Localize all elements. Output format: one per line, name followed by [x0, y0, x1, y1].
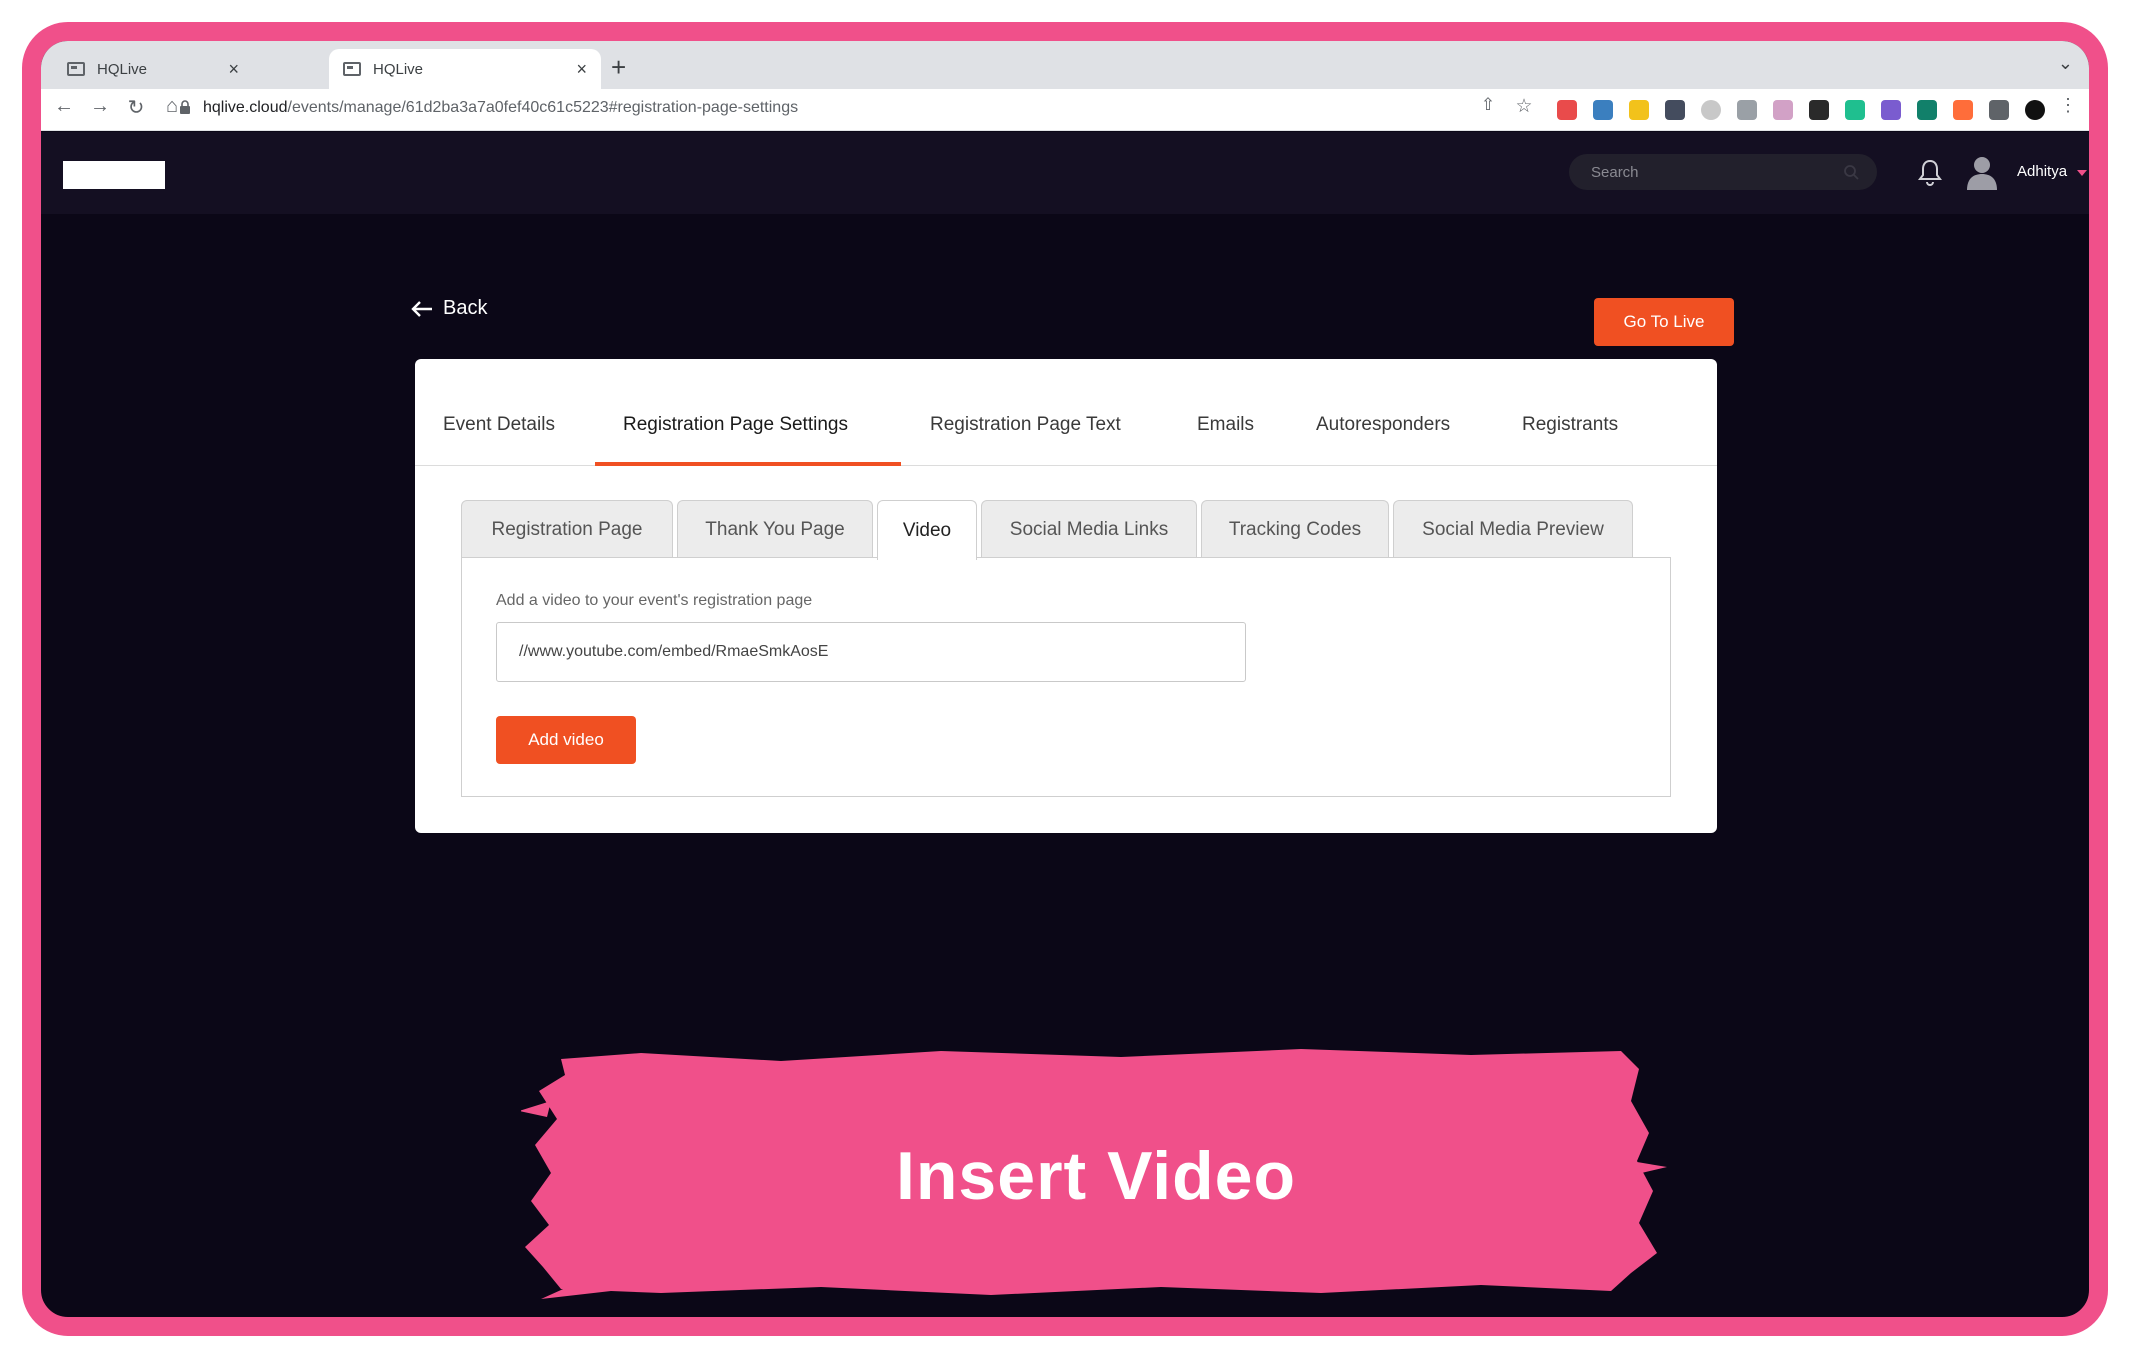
settings-card: Event Details Registration Page Settings…	[415, 359, 1717, 833]
browser-tab-title: HQLive	[373, 60, 424, 78]
tab-registration-page-settings[interactable]: Registration Page Settings	[623, 414, 848, 436]
chevron-down-icon[interactable]	[2077, 170, 2087, 176]
brand-logo[interactable]	[63, 161, 165, 189]
browser-tab-strip: HQLive × HQLive × + ⌄	[41, 41, 2089, 89]
extension-icon[interactable]	[1665, 100, 1685, 120]
puzzle-icon[interactable]	[1989, 100, 2009, 120]
back-arrow-icon[interactable]: ←	[49, 95, 79, 118]
subtab-video[interactable]: Video	[877, 500, 977, 560]
app-header: Adhitya	[41, 132, 2089, 214]
kebab-menu-icon[interactable]: ⋮	[2053, 95, 2083, 116]
extension-icon[interactable]	[1629, 100, 1649, 120]
subtab-thank-you-page[interactable]: Thank You Page	[677, 500, 873, 558]
search-icon[interactable]	[1843, 164, 1859, 180]
extension-icon[interactable]	[1881, 100, 1901, 120]
tab-registrants[interactable]: Registrants	[1522, 414, 1618, 436]
go-to-live-button[interactable]: Go To Live	[1594, 298, 1734, 346]
subtab-registration-page[interactable]: Registration Page	[461, 500, 673, 558]
back-link[interactable]: Back	[411, 297, 487, 320]
extension-icon[interactable]	[1953, 100, 1973, 120]
subtab-social-media-links[interactable]: Social Media Links	[981, 500, 1197, 558]
avatar[interactable]	[1965, 154, 1999, 190]
extension-icon[interactable]	[1557, 100, 1577, 120]
banner-title: Insert Video	[896, 1138, 1296, 1214]
browser-tab-2[interactable]: HQLive ×	[329, 49, 601, 89]
active-tab-indicator	[595, 462, 901, 466]
extension-icon[interactable]	[1701, 100, 1721, 120]
add-video-button[interactable]: Add video	[496, 716, 636, 764]
new-tab-icon[interactable]: +	[611, 52, 626, 83]
hqlive-favicon-icon	[343, 62, 361, 76]
lock-icon	[180, 100, 190, 114]
tab-emails[interactable]: Emails	[1197, 414, 1254, 436]
username-label[interactable]: Adhitya	[2017, 163, 2067, 180]
screenshot-frame: HQLive × HQLive × + ⌄ ← → ↻ ⌂ hqlive.clo…	[22, 22, 2108, 1336]
search-input[interactable]	[1569, 154, 1877, 190]
browser-tab-1[interactable]: HQLive ×	[53, 49, 253, 89]
extension-icon[interactable]	[1917, 100, 1937, 120]
profile-avatar-icon[interactable]	[2025, 100, 2045, 120]
arrow-left-icon	[411, 300, 432, 317]
video-field-label: Add a video to your event's registration…	[496, 592, 813, 609]
extension-icon[interactable]	[1773, 100, 1793, 120]
share-icon[interactable]: ⇧	[1473, 95, 1503, 115]
bell-icon[interactable]	[1917, 158, 1943, 186]
tab-search-icon[interactable]: ⌄	[2058, 53, 2073, 74]
tab-event-details[interactable]: Event Details	[443, 414, 555, 436]
address-bar[interactable]: hqlive.cloud/events/manage/61d2ba3a7a0fe…	[203, 99, 798, 117]
extension-icon[interactable]	[1737, 100, 1757, 120]
url-host: hqlive.cloud	[203, 99, 288, 116]
extension-icon[interactable]	[1593, 100, 1613, 120]
subtab-tracking-codes[interactable]: Tracking Codes	[1201, 500, 1389, 558]
video-settings-panel: Add a video to your event's registration…	[461, 557, 1671, 797]
extension-icon[interactable]	[1809, 100, 1829, 120]
tab-close-icon[interactable]: ×	[576, 59, 587, 80]
main-tab-bar: Event Details Registration Page Settings…	[415, 359, 1717, 466]
bookmark-star-icon[interactable]: ☆	[1509, 95, 1539, 118]
tab-autoresponders[interactable]: Autoresponders	[1316, 414, 1450, 436]
forward-arrow-icon[interactable]: →	[85, 95, 115, 118]
tab-registration-page-text[interactable]: Registration Page Text	[930, 414, 1121, 436]
tab-close-icon[interactable]: ×	[228, 59, 239, 80]
hqlive-favicon-icon	[67, 62, 85, 76]
reload-icon[interactable]: ↻	[121, 95, 151, 120]
video-url-input[interactable]	[496, 622, 1246, 682]
url-path: /events/manage/61d2ba3a7a0fef40c61c5223#…	[287, 99, 799, 116]
browser-toolbar: ← → ↻ ⌂ hqlive.cloud/events/manage/61d2b…	[41, 89, 2089, 131]
subtab-social-media-preview[interactable]: Social Media Preview	[1393, 500, 1633, 558]
back-label: Back	[443, 297, 488, 319]
browser-tab-title: HQLive	[97, 60, 148, 78]
extension-icon[interactable]	[1845, 100, 1865, 120]
